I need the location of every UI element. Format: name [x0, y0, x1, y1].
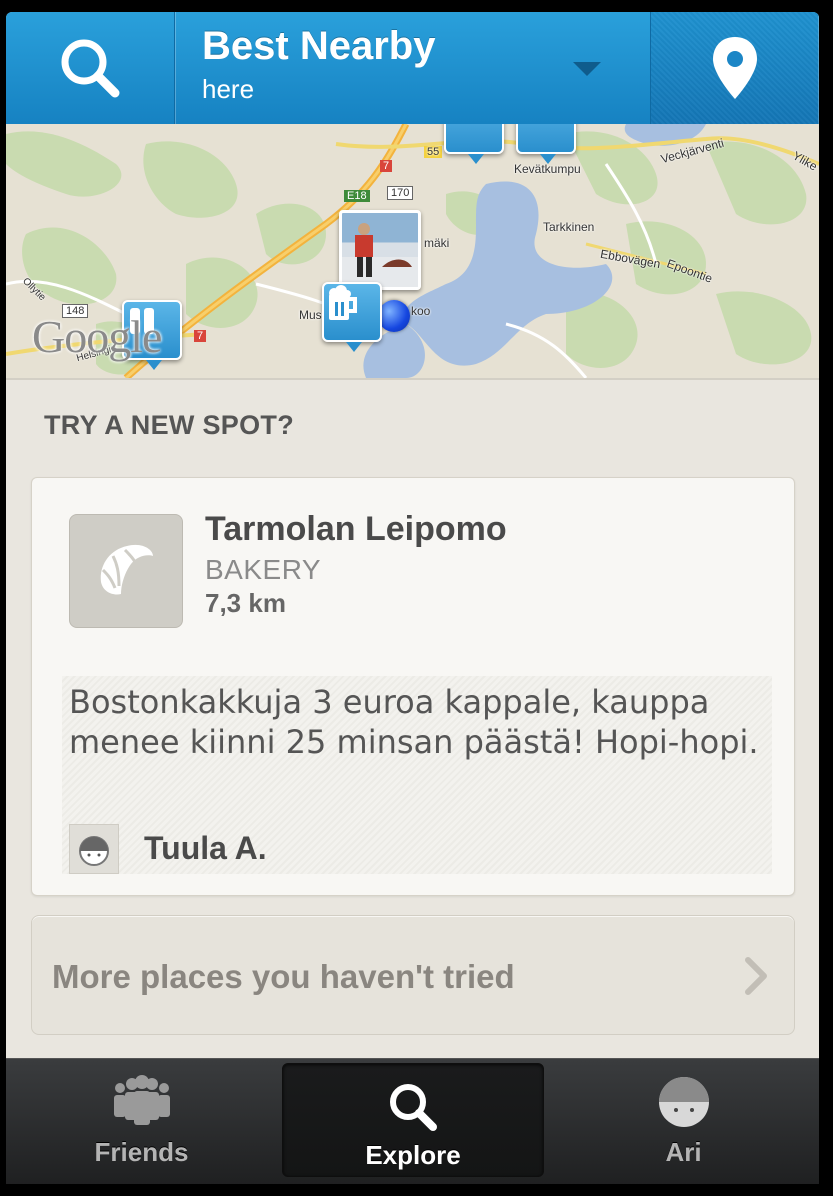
venue-marker[interactable] — [444, 124, 504, 164]
map-label-mus: Mus — [299, 308, 322, 322]
tip[interactable]: Bostonkakkuja 3 euroa kappale, kauppa me… — [62, 676, 772, 874]
chevron-right-icon — [745, 957, 767, 995]
road-sign-7: 7 — [380, 160, 393, 172]
avatar-icon — [79, 836, 109, 866]
map-label-kevatkumpu: Kevätkumpu — [514, 162, 581, 176]
map-view[interactable]: Kevätkumpu Tarkkinen Ebbovägen Epoontie … — [6, 124, 819, 380]
section-title: TRY A NEW SPOT? — [44, 410, 295, 440]
tab-profile[interactable]: Ari — [548, 1059, 819, 1184]
search-icon — [61, 39, 120, 98]
tip-author[interactable]: Tuula A. — [144, 830, 267, 867]
road-sign-170: 170 — [387, 186, 414, 200]
map-label-tarkkinen: Tarkkinen — [543, 220, 595, 234]
photo-thumbnail — [342, 223, 418, 287]
road-sign-7b: 7 — [194, 330, 207, 342]
road-sign-e18: E18 — [344, 190, 370, 202]
app-screen: Best Nearby here Kevätkumpu Tarkkinen Eb… — [6, 12, 819, 1184]
venue-category-icon — [69, 514, 183, 628]
list-selector[interactable]: Best Nearby here — [175, 12, 649, 124]
avatar[interactable] — [69, 824, 119, 874]
croissant-icon — [100, 544, 153, 595]
photo-marker[interactable] — [339, 210, 421, 290]
tab-friends[interactable]: Friends — [6, 1059, 277, 1184]
more-places-label: More places you haven't tried — [52, 958, 515, 995]
venue-category: BAKERY — [205, 554, 322, 585]
tab-label: Ari — [665, 1137, 702, 1167]
location-pin-icon — [713, 37, 757, 99]
chevron-down-icon — [573, 62, 601, 76]
avatar-icon — [658, 1077, 709, 1127]
map-label-koo: koo — [411, 304, 431, 318]
tab-label: Friends — [94, 1137, 189, 1167]
page-title: Best Nearby — [202, 24, 436, 68]
location-subtitle: here — [202, 74, 255, 104]
beer-mug-icon — [329, 285, 357, 320]
tab-explore[interactable]: Explore — [282, 1063, 544, 1177]
google-attribution: Google — [32, 311, 162, 362]
current-location-dot — [378, 300, 410, 332]
search-icon — [390, 1084, 437, 1131]
tab-bar: Friends Explore Ari — [6, 1058, 819, 1184]
venue-marker[interactable] — [516, 124, 576, 164]
tab-label: Explore — [365, 1140, 461, 1170]
venue-card[interactable]: Tarmolan Leipomo BAKERY 7,3 km Bostonkak… — [31, 477, 795, 896]
map-label-maki: mäki — [424, 236, 450, 250]
venue-distance: 7,3 km — [205, 588, 286, 618]
top-bar: Best Nearby here — [6, 12, 819, 125]
venue-name[interactable]: Tarmolan Leipomo — [205, 510, 507, 549]
more-places-button[interactable]: More places you haven't tried — [31, 915, 795, 1035]
search-button[interactable] — [6, 12, 175, 124]
location-button[interactable] — [650, 12, 819, 124]
tip-text: Bostonkakkuja 3 euroa kappale, kauppa me… — [69, 683, 759, 761]
road-sign-55: 55 — [424, 146, 443, 158]
friends-icon — [113, 1075, 170, 1125]
bar-marker[interactable] — [322, 282, 382, 352]
